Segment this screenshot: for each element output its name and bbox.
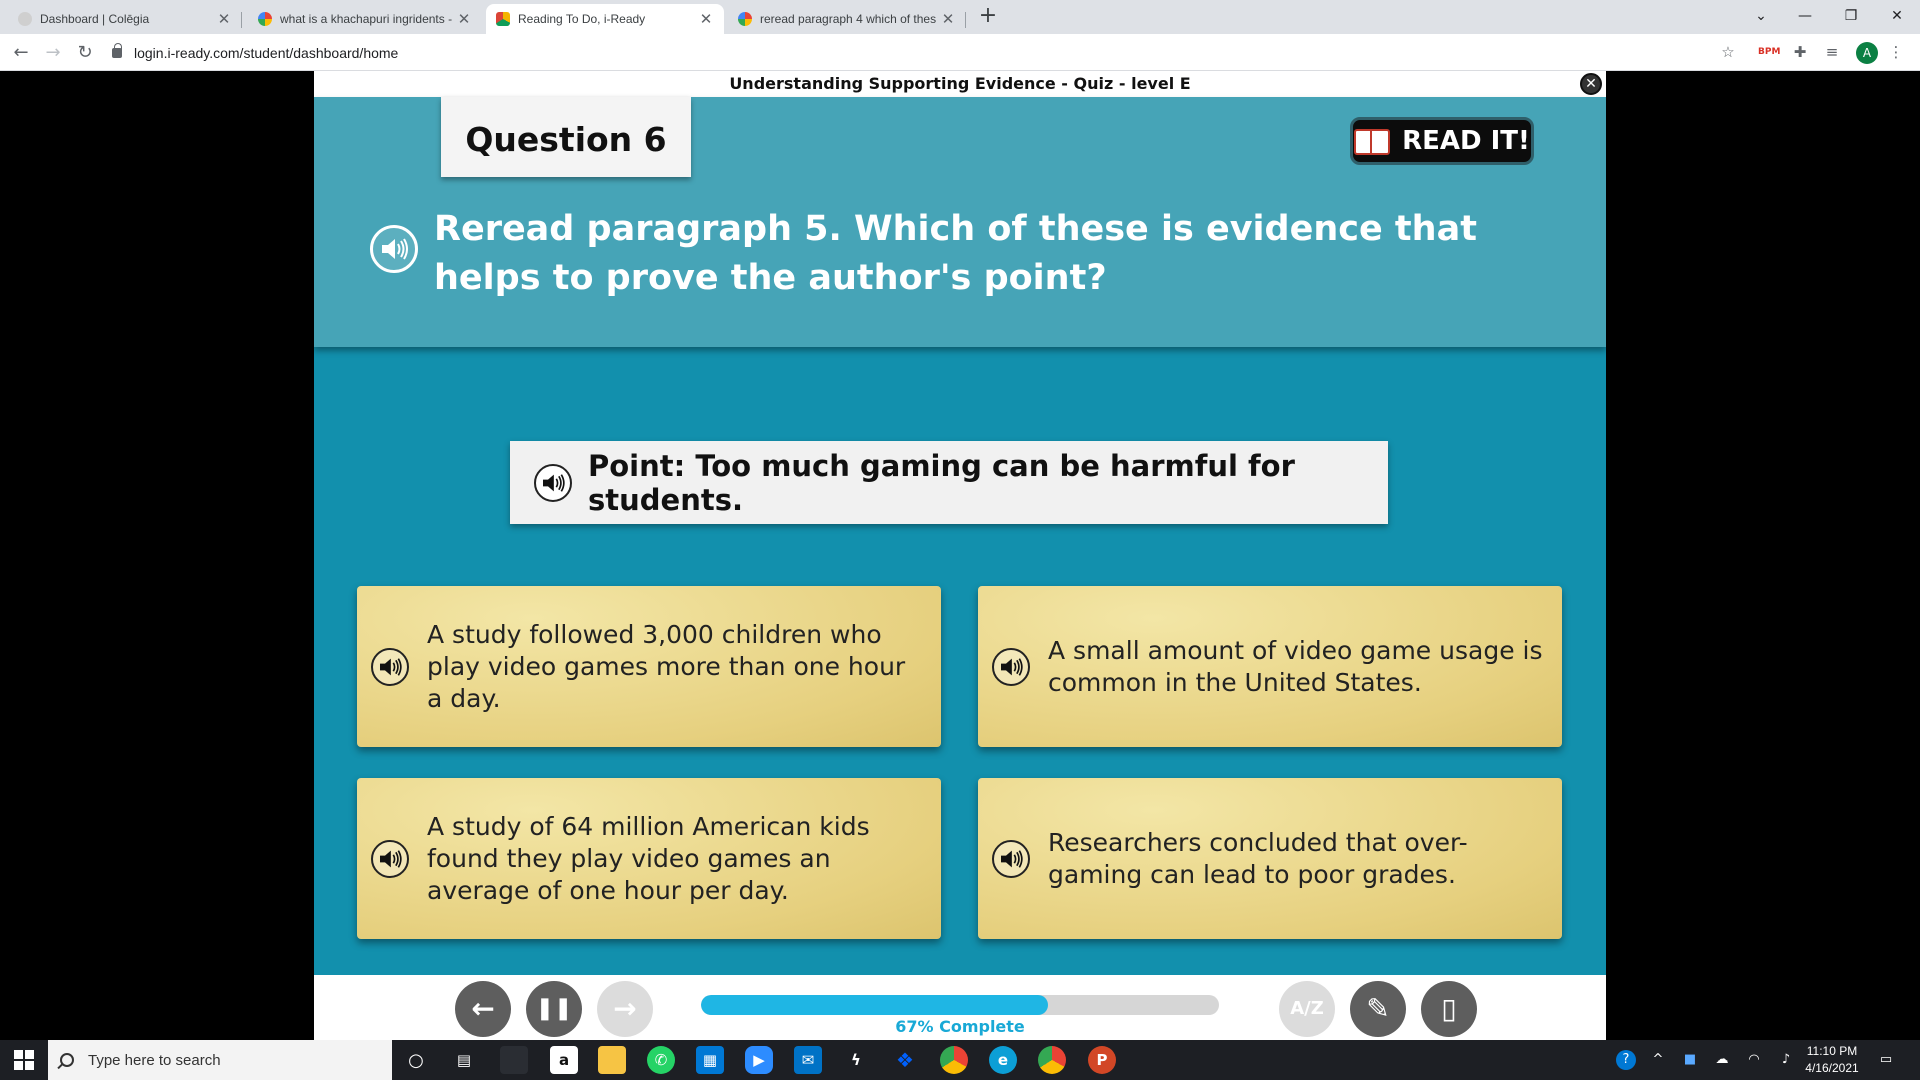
lock-icon xyxy=(112,43,122,58)
whatsapp-icon[interactable]: ✆ xyxy=(647,1046,675,1074)
mail-icon[interactable]: ✉ xyxy=(794,1046,822,1074)
tab-google-reread[interactable]: reread paragraph 4 which of thes ✕ xyxy=(728,4,966,34)
answer-speaker-icon[interactable] xyxy=(371,647,409,686)
windows-start-icon[interactable] xyxy=(14,1050,34,1070)
bookmark-star-icon[interactable]: ☆ xyxy=(1718,42,1738,62)
progress-fill xyxy=(701,995,1049,1015)
question-text: Reread paragraph 5. Which of these is ev… xyxy=(434,209,1477,298)
read-it-button[interactable]: READ IT! xyxy=(1350,117,1534,165)
progress-bar xyxy=(701,995,1219,1015)
tab-iready[interactable]: Reading To Do, i-Ready ✕ xyxy=(486,4,724,34)
forward-button[interactable]: → xyxy=(597,981,653,1037)
tab-close-icon[interactable]: ✕ xyxy=(216,10,232,28)
cortana-icon[interactable]: ○ xyxy=(402,1046,430,1074)
new-tab-button[interactable]: + xyxy=(976,4,1000,30)
answer-text: A study of 64 million American kids foun… xyxy=(427,811,870,905)
answer-option-1[interactable]: A study followed 3,000 children who play… xyxy=(357,586,941,747)
progress-label: 67% Complete xyxy=(895,1017,1025,1036)
system-clock[interactable]: 11:10 PM 4/16/2021 xyxy=(1800,1043,1864,1077)
file-explorer-icon[interactable] xyxy=(598,1046,626,1074)
restore-button[interactable]: ❐ xyxy=(1828,2,1874,30)
answer-speaker-icon[interactable] xyxy=(371,839,409,878)
help-icon[interactable]: ? xyxy=(1616,1050,1636,1070)
iready-favicon-icon xyxy=(496,12,510,26)
lesson-control-bar: ← ❚❚ → 67% Complete A/Z ✎ ▯ xyxy=(314,975,1606,1040)
colegia-favicon-icon xyxy=(18,12,32,26)
question-number: Question 6 xyxy=(441,97,691,177)
media-queue-icon[interactable]: ≡ xyxy=(1822,42,1842,62)
reload-icon[interactable]: ↻ xyxy=(72,40,98,66)
point-card: Point: Too much gaming can be harmful fo… xyxy=(510,441,1388,524)
app-blank-icon[interactable] xyxy=(500,1046,528,1074)
chrome-icon[interactable] xyxy=(940,1046,968,1074)
lesson-title: Understanding Supporting Evidence - Quiz… xyxy=(314,71,1606,97)
point-text: Point: Too much gaming can be harmful fo… xyxy=(588,448,1295,517)
pencil-button[interactable]: ✎ xyxy=(1350,981,1406,1037)
question-panel: Question 6 READ IT! Reread paragraph 5. … xyxy=(314,97,1606,347)
url-field[interactable]: login.i-ready.com/student/dashboard/home xyxy=(112,41,398,65)
dropbox-icon[interactable]: ❖ xyxy=(891,1046,919,1074)
onedrive-icon[interactable]: ☁ xyxy=(1712,1050,1732,1070)
windows-taskbar: Type here to search ○ ▤ a ✆ ▦ ▶ ✉ ϟ ❖ e … xyxy=(0,1040,1920,1080)
glossary-button[interactable]: A/Z xyxy=(1279,981,1335,1037)
task-view-icon[interactable]: ▤ xyxy=(450,1046,478,1074)
tab-colegia[interactable]: Dashboard | Colēgia ✕ xyxy=(8,4,242,34)
point-speaker-icon[interactable] xyxy=(534,463,572,502)
profile-avatar[interactable]: A xyxy=(1856,42,1878,64)
volume-icon[interactable]: ♪ xyxy=(1776,1050,1796,1070)
notifications-icon[interactable]: ▭ xyxy=(1876,1050,1896,1070)
extension-icon[interactable]: BPM xyxy=(1758,42,1780,62)
zoom-tray-icon[interactable]: ■ xyxy=(1680,1050,1700,1070)
answer-text: Researchers concluded that over-gaming c… xyxy=(1048,827,1468,889)
edge-icon[interactable]: e xyxy=(989,1046,1017,1074)
answer-text: A study followed 3,000 children who play… xyxy=(427,619,906,713)
pause-button[interactable]: ❚❚ xyxy=(526,981,582,1037)
tab-close-icon[interactable]: ✕ xyxy=(940,10,956,28)
search-icon xyxy=(60,1053,74,1067)
forward-arrow-icon[interactable]: → xyxy=(40,40,66,66)
tab-close-icon[interactable]: ✕ xyxy=(456,10,472,28)
google-favicon-icon xyxy=(258,12,272,26)
answer-option-3[interactable]: A study of 64 million American kids foun… xyxy=(357,778,941,939)
minimize-button[interactable]: — xyxy=(1782,2,1828,30)
close-window-button[interactable]: ✕ xyxy=(1874,2,1920,30)
question-speaker-icon[interactable] xyxy=(370,225,418,273)
extensions-puzzle-icon[interactable]: ✚ xyxy=(1790,42,1810,62)
clipboard-button[interactable]: ▯ xyxy=(1421,981,1477,1037)
amazon-icon[interactable]: a xyxy=(550,1046,578,1074)
answer-speaker-icon[interactable] xyxy=(992,647,1030,686)
chrome-profile-icon[interactable] xyxy=(1038,1046,1066,1074)
back-arrow-icon[interactable]: ← xyxy=(8,40,34,66)
google-favicon-icon xyxy=(738,12,752,26)
answer-text: A small amount of video game usage is co… xyxy=(1048,635,1543,697)
book-icon xyxy=(1354,129,1391,155)
show-hidden-icons-icon[interactable]: ^ xyxy=(1648,1050,1668,1070)
microsoft-store-icon[interactable]: ▦ xyxy=(696,1046,724,1074)
wifi-icon[interactable]: ◠ xyxy=(1744,1050,1764,1070)
answer-option-4[interactable]: Researchers concluded that over-gaming c… xyxy=(978,778,1562,939)
answer-speaker-icon[interactable] xyxy=(992,839,1030,878)
back-button[interactable]: ← xyxy=(455,981,511,1037)
tab-search-icon[interactable]: ⌄ xyxy=(1738,2,1784,30)
taskbar-search-box[interactable]: Type here to search xyxy=(48,1040,392,1080)
tab-google-khachapuri[interactable]: what is a khachapuri ingridents - ✕ xyxy=(248,4,482,34)
zoom-icon[interactable]: ▶ xyxy=(745,1046,773,1074)
menu-dots-icon[interactable]: ⋮ xyxy=(1886,42,1906,62)
powerpoint-icon[interactable]: P xyxy=(1088,1046,1116,1074)
address-bar: ← → ↻ login.i-ready.com/student/dashboar… xyxy=(0,34,1920,71)
close-lesson-button[interactable]: ✕ xyxy=(1580,73,1602,95)
lightning-app-icon[interactable]: ϟ xyxy=(842,1046,870,1074)
answer-option-2[interactable]: A small amount of video game usage is co… xyxy=(978,586,1562,747)
browser-tab-strip: Dashboard | Colēgia ✕ what is a khachapu… xyxy=(0,0,1920,34)
tab-close-icon[interactable]: ✕ xyxy=(698,10,714,28)
quiz-app: Understanding Supporting Evidence - Quiz… xyxy=(314,71,1606,1040)
